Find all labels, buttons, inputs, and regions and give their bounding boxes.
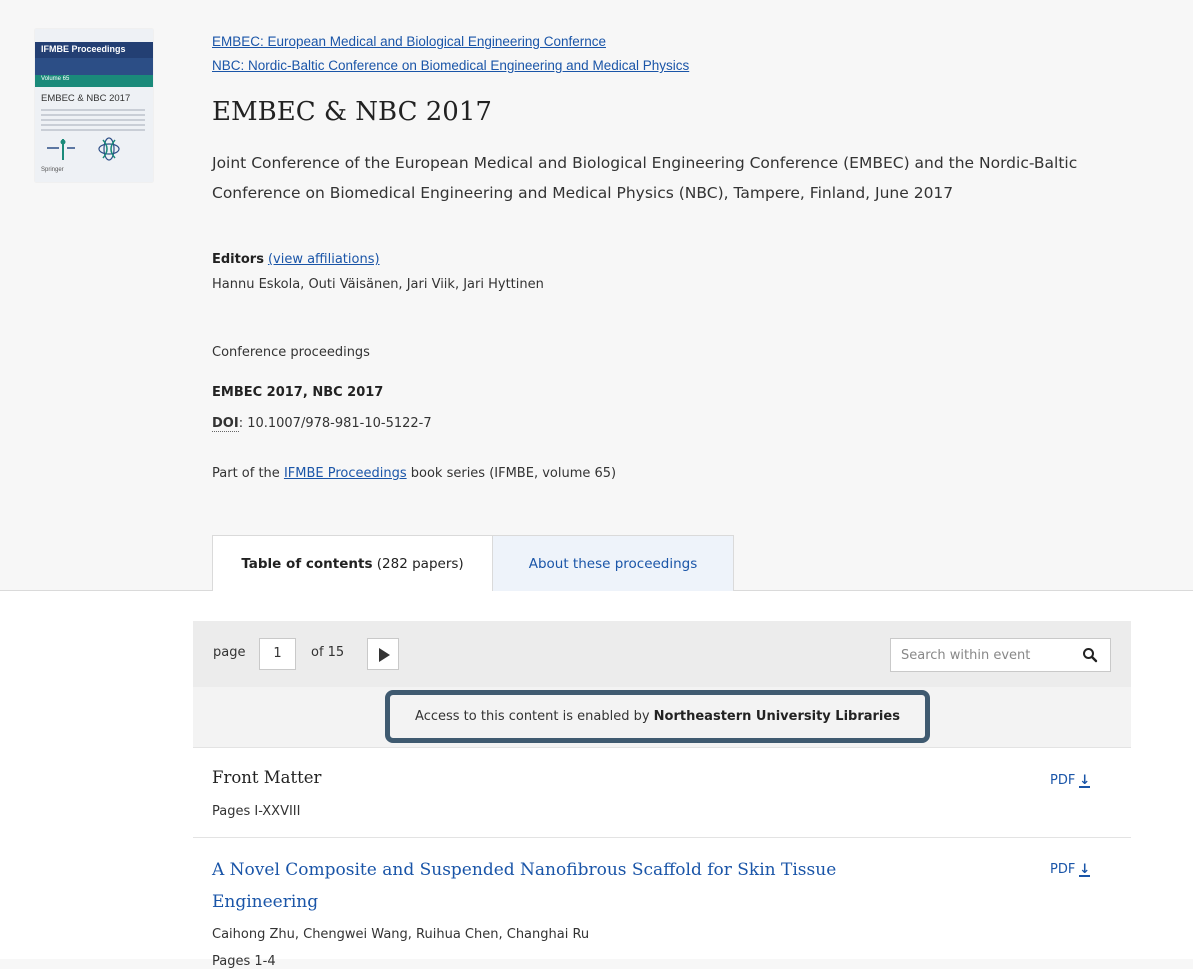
book-series-link[interactable]: IFMBE Proceedings bbox=[284, 466, 407, 481]
content-type: Conference proceedings bbox=[212, 345, 370, 360]
entry-pages: Pages I-XXVIII bbox=[212, 804, 301, 819]
tab-about-label: About these proceedings bbox=[528, 556, 698, 572]
book-series-info: Part of the IFMBE Proceedings book serie… bbox=[212, 466, 616, 481]
doi: DOI: 10.1007/978-981-10-5122-7 bbox=[212, 416, 432, 432]
entry-authors: Caihong Zhu, Chengwei Wang, Ruihua Chen,… bbox=[212, 927, 590, 942]
pdf-download-link[interactable]: PDF ↓ bbox=[1050, 862, 1091, 877]
cover-volume-band: Volume 65 bbox=[35, 75, 153, 87]
tab-toc-count: (282 papers) bbox=[376, 556, 464, 572]
cover-volume: Volume 65 bbox=[41, 76, 70, 82]
part-of-prefix: Part of the bbox=[212, 466, 284, 481]
access-notice-bar: Access to this content is enabled by Nor… bbox=[193, 687, 1131, 748]
cover-editors-band bbox=[35, 58, 153, 75]
access-prefix: Access to this content is enabled by bbox=[415, 709, 654, 724]
tab-toc-label: Table of contents bbox=[241, 556, 373, 572]
entry-divider bbox=[193, 837, 1131, 838]
download-arrow-icon: ↓ bbox=[1079, 773, 1091, 788]
page-title: EMBEC & NBC 2017 bbox=[212, 97, 492, 127]
entry-title-link[interactable]: A Novel Composite and Suspended Nanofibr… bbox=[212, 854, 892, 918]
conference-acronyms: EMBEC 2017, NBC 2017 bbox=[212, 385, 384, 400]
editors-heading: Editors (view affiliations) bbox=[212, 252, 380, 267]
cover-title: EMBEC & NBC 2017 bbox=[41, 93, 131, 104]
pagination-bar: page 1 of 15 Search within event bbox=[193, 621, 1131, 687]
access-institution: Northeastern University Libraries bbox=[653, 709, 900, 724]
cover-emblem-icon bbox=[47, 137, 120, 161]
page-subtitle: Joint Conference of the European Medical… bbox=[212, 154, 1078, 202]
page-label: page bbox=[213, 645, 246, 660]
search-within-event-input[interactable]: Search within event bbox=[890, 638, 1111, 672]
proceedings-header bbox=[0, 0, 1193, 590]
editors-list: Hannu Eskola, Outi Väisänen, Jari Viik, … bbox=[212, 277, 544, 292]
access-notice: Access to this content is enabled by Nor… bbox=[385, 690, 930, 743]
pdf-label: PDF bbox=[1050, 862, 1076, 877]
cover-text-lines bbox=[41, 109, 145, 134]
download-arrow-icon: ↓ bbox=[1079, 862, 1091, 877]
search-placeholder: Search within event bbox=[901, 648, 1031, 663]
book-cover-image[interactable]: IFMBE Proceedings Volume 65 EMBEC & NBC … bbox=[35, 29, 153, 182]
cover-series-band: IFMBE Proceedings bbox=[35, 42, 153, 58]
pdf-label: PDF bbox=[1050, 773, 1076, 788]
entry-pages: Pages 1-4 bbox=[212, 954, 276, 969]
pdf-download-link[interactable]: PDF ↓ bbox=[1050, 773, 1091, 788]
play-arrow-icon bbox=[379, 648, 390, 662]
next-page-button[interactable] bbox=[367, 638, 399, 670]
doi-value: : 10.1007/978-981-10-5122-7 bbox=[238, 416, 432, 431]
series-link-nbc[interactable]: NBC: Nordic-Baltic Conference on Biomedi… bbox=[212, 58, 689, 73]
tab-table-of-contents[interactable]: Table of contents (282 papers) bbox=[212, 535, 493, 591]
cover-publisher: Springer bbox=[41, 167, 64, 173]
view-affiliations-link[interactable]: (view affiliations) bbox=[268, 252, 380, 267]
series-link-embec[interactable]: EMBEC: European Medical and Biological E… bbox=[212, 34, 606, 49]
entry-title: Front Matter bbox=[212, 768, 322, 787]
editors-label: Editors bbox=[212, 252, 264, 267]
tab-about-proceedings[interactable]: About these proceedings bbox=[492, 535, 734, 591]
page-total: of 15 bbox=[311, 645, 345, 660]
part-of-suffix: book series (IFMBE, volume 65) bbox=[406, 466, 617, 481]
cover-series: IFMBE Proceedings bbox=[41, 44, 126, 54]
page-number-input[interactable]: 1 bbox=[259, 638, 296, 670]
search-icon[interactable] bbox=[1082, 647, 1098, 663]
doi-label: DOI bbox=[212, 416, 239, 432]
